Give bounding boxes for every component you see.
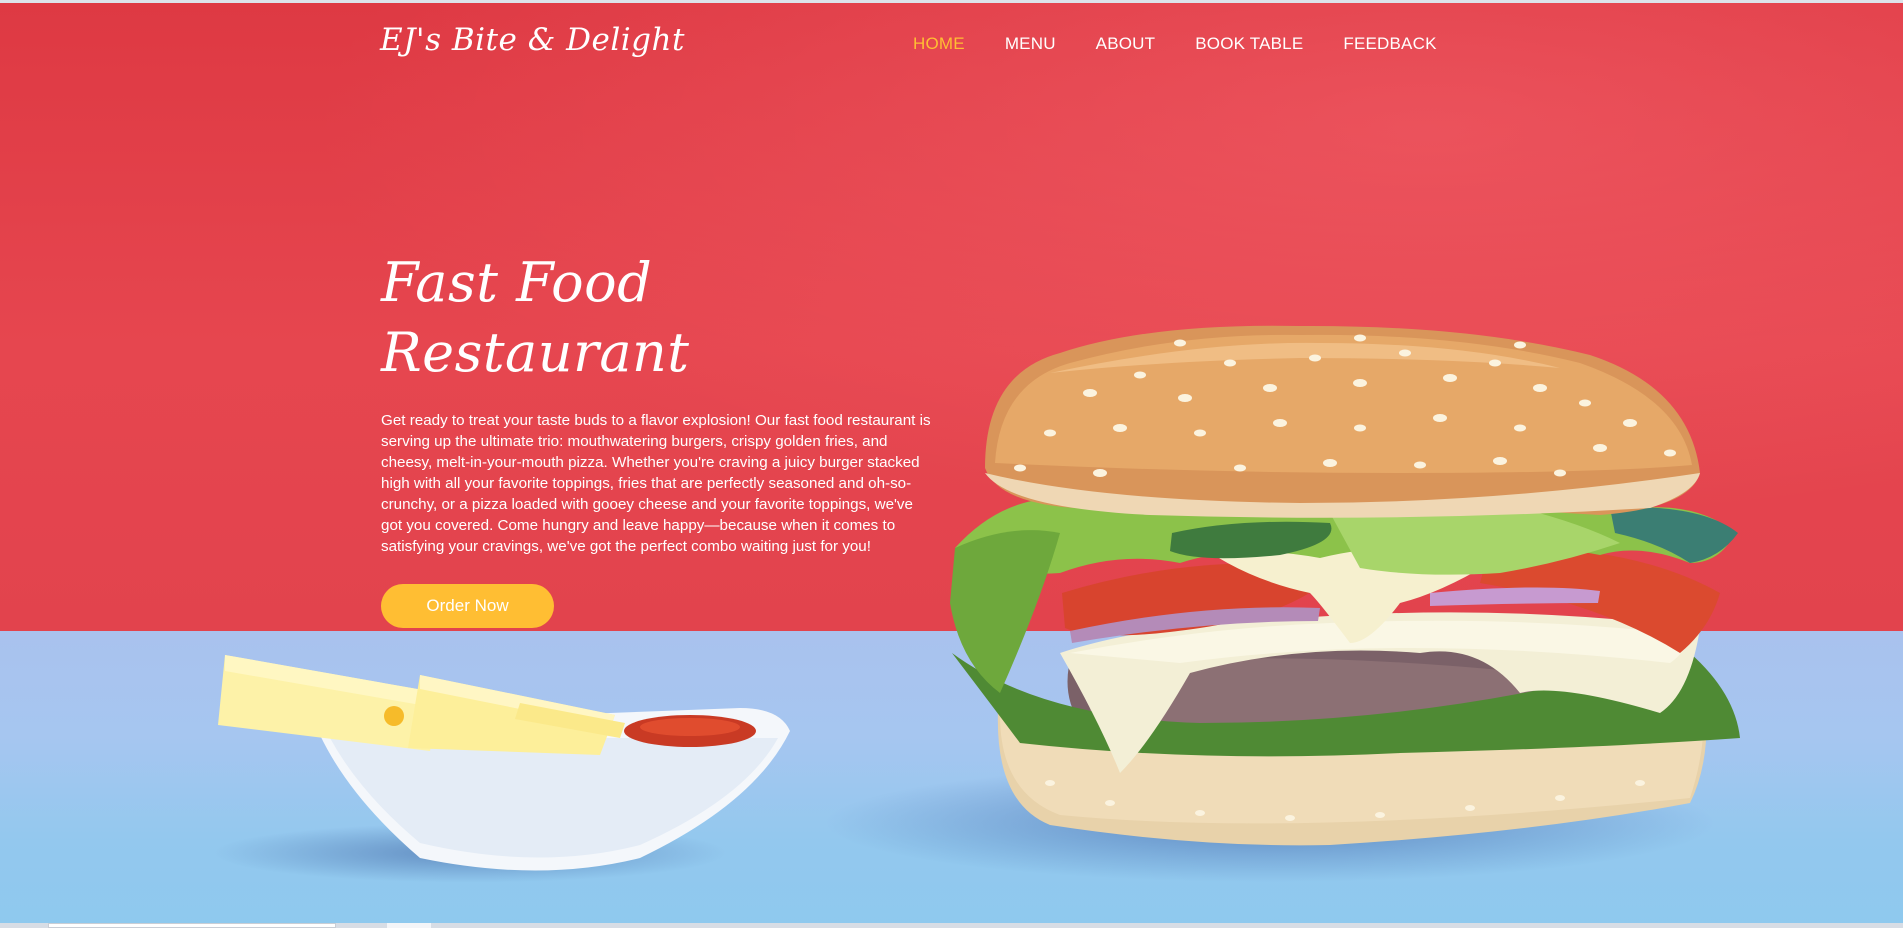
- nav-menu[interactable]: MENU: [1005, 34, 1056, 54]
- main-nav: HOME MENU ABOUT BOOK TABLE FEEDBACK: [913, 34, 1477, 54]
- navbar: EJ's Bite & Delight HOME MENU ABOUT BOOK…: [0, 0, 1903, 95]
- bottom-strip: [0, 923, 1903, 928]
- food-illustration: [218, 325, 1740, 871]
- carousel-dot[interactable]: [384, 706, 404, 726]
- nav-book-table[interactable]: BOOK TABLE: [1195, 34, 1303, 54]
- brand-logo[interactable]: EJ's Bite & Delight: [380, 22, 685, 58]
- hero-detail-box: Fast Food Restaurant Get ready to treat …: [381, 248, 941, 628]
- hero-section: [0, 3, 1903, 923]
- fries-with-ketchup-image: [218, 655, 790, 871]
- carousel-indicators: [384, 706, 404, 726]
- order-now-button[interactable]: Order Now: [381, 584, 554, 628]
- nav-about[interactable]: ABOUT: [1096, 34, 1156, 54]
- hero-description: Get ready to treat your taste buds to a …: [381, 412, 931, 555]
- hero-title: Fast Food Restaurant: [381, 251, 690, 384]
- nav-feedback[interactable]: FEEDBACK: [1343, 34, 1436, 54]
- nav-home[interactable]: HOME: [913, 34, 965, 54]
- burger-image: [950, 325, 1740, 846]
